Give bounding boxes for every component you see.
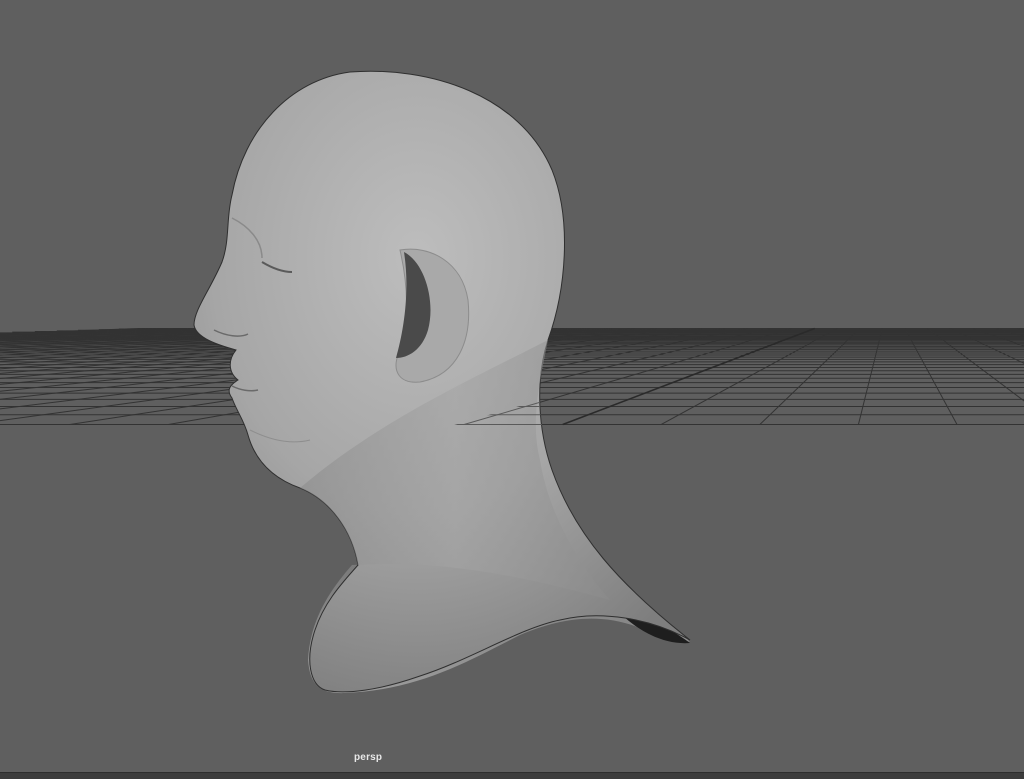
grid-line <box>995 328 1024 424</box>
head-surface <box>193 70 691 693</box>
grid-line <box>927 328 1024 424</box>
grid-line <box>1018 328 1024 424</box>
perspective-viewport[interactable]: persp <box>0 0 1024 772</box>
grid-line <box>857 328 883 425</box>
grid-line <box>904 328 958 425</box>
grid-line <box>927 328 1024 402</box>
viewport-scene <box>0 70 1024 694</box>
grid-line <box>949 328 1024 364</box>
grid-line <box>950 328 1024 424</box>
camera-name-label: persp <box>354 752 383 763</box>
grid-line <box>1017 327 1024 331</box>
grid-line <box>994 327 1024 337</box>
